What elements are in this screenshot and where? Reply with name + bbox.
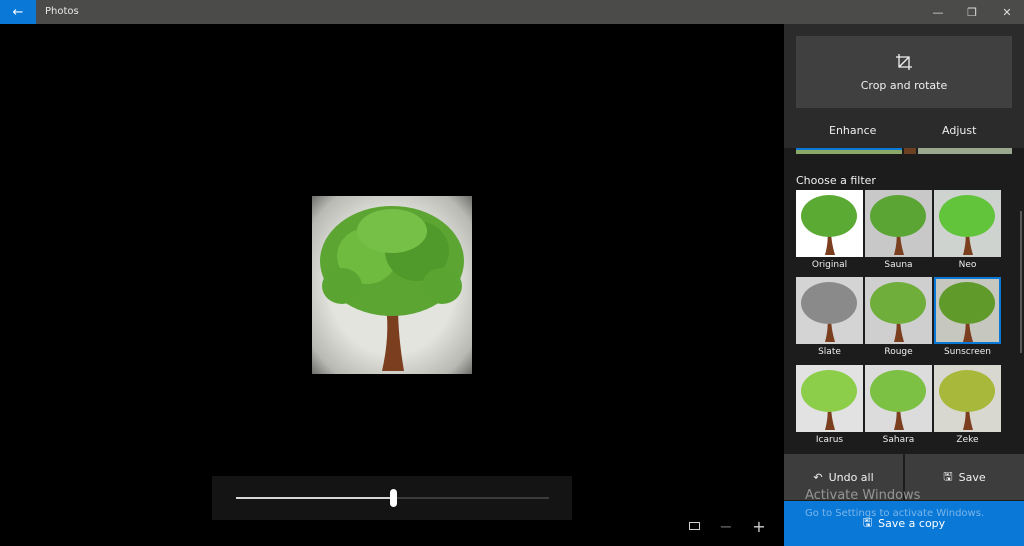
filter-intensity-panel (212, 476, 572, 520)
filter-slate[interactable]: Slate (796, 277, 863, 357)
panel-scrollbar[interactable] (1020, 211, 1022, 353)
slider-thumb[interactable] (389, 489, 397, 507)
filter-thumbnail (934, 365, 1001, 432)
filter-thumbnail (865, 190, 932, 257)
photo-preview (312, 196, 472, 374)
fit-icon (688, 522, 700, 530)
activation-watermark-title: Activate Windows (805, 488, 921, 503)
tree-thumbnail-image (801, 282, 857, 342)
filter-thumbnail (796, 277, 863, 344)
tree-thumbnail-image (939, 370, 995, 430)
plus-icon: + (752, 516, 766, 536)
filter-thumbnail (796, 190, 863, 257)
filter-thumbnail (934, 190, 1001, 257)
undo-icon: ↶ (813, 470, 823, 484)
filter-label: Sunscreen (943, 347, 992, 357)
enhance-thumb[interactable] (917, 148, 1012, 154)
enhance-thumb[interactable] (904, 148, 916, 154)
tree-thumbnail-image (939, 195, 995, 255)
activation-watermark-subtitle: Go to Settings to activate Windows. (805, 508, 985, 519)
filter-rouge[interactable]: Rouge (865, 277, 932, 357)
filter-label: Sahara (882, 435, 915, 445)
zoom-out-button[interactable]: − (714, 516, 738, 536)
filter-thumbnail (934, 277, 1001, 344)
filter-sauna[interactable]: Sauna (865, 190, 932, 270)
filter-icarus[interactable]: Icarus (796, 365, 863, 445)
zoom-in-button[interactable]: + (747, 516, 771, 536)
undo-all-label: Undo all (828, 470, 874, 484)
filter-thumbnail (865, 365, 932, 432)
filter-label: Icarus (815, 435, 844, 445)
title-bar: ← Photos — ❐ ✕ (0, 0, 1024, 24)
minimize-button[interactable]: — (921, 0, 955, 24)
tab-adjust[interactable]: Adjust (942, 124, 976, 137)
tab-enhance[interactable]: Enhance (829, 124, 876, 137)
tree-image (320, 206, 464, 371)
filter-label: Rouge (884, 347, 913, 357)
tree-thumbnail-image (870, 370, 926, 430)
filters-heading: Choose a filter (796, 174, 876, 187)
filter-label: Sauna (884, 260, 913, 270)
slider-fill (236, 497, 393, 499)
tree-thumbnail-image (870, 195, 926, 255)
crop-icon (896, 53, 912, 70)
fit-to-window-button[interactable] (682, 516, 706, 536)
tree-thumbnail-image (801, 370, 857, 430)
arrow-left-icon: ← (12, 4, 24, 20)
restore-button[interactable]: ❐ (955, 0, 989, 24)
app-title: Photos (45, 6, 79, 17)
filter-label: Zeke (956, 435, 979, 445)
filter-intensity-slider[interactable] (236, 489, 549, 507)
filter-thumbnail (865, 277, 932, 344)
filter-label: Neo (958, 260, 977, 270)
panel-header: Crop and rotate Enhance Adjust (784, 24, 1024, 148)
filter-label: Original (811, 260, 848, 270)
filter-neo[interactable]: Neo (934, 190, 1001, 270)
enhance-thumb[interactable] (796, 148, 902, 154)
filter-sahara[interactable]: Sahara (865, 365, 932, 445)
save-icon: 🖫 (943, 469, 953, 483)
filter-label: Slate (818, 347, 841, 357)
filter-zeke[interactable]: Zeke (934, 365, 1001, 445)
minus-icon: − (719, 516, 733, 536)
save-label: Save (958, 470, 986, 484)
crop-rotate-button[interactable]: Crop and rotate (796, 36, 1012, 108)
enhance-thumbnail-strip (796, 148, 1012, 154)
save-button[interactable]: 🖫 Save (905, 454, 1024, 500)
filter-sunscreen[interactable]: Sunscreen (934, 277, 1001, 357)
filter-original[interactable]: Original (796, 190, 863, 270)
close-button[interactable]: ✕ (990, 0, 1024, 24)
crop-rotate-label: Crop and rotate (860, 78, 948, 92)
back-button[interactable]: ← (0, 0, 36, 24)
tree-thumbnail-image (939, 282, 995, 342)
tree-thumbnail-image (870, 282, 926, 342)
tree-thumbnail-image (801, 195, 857, 255)
filter-thumbnail (796, 365, 863, 432)
